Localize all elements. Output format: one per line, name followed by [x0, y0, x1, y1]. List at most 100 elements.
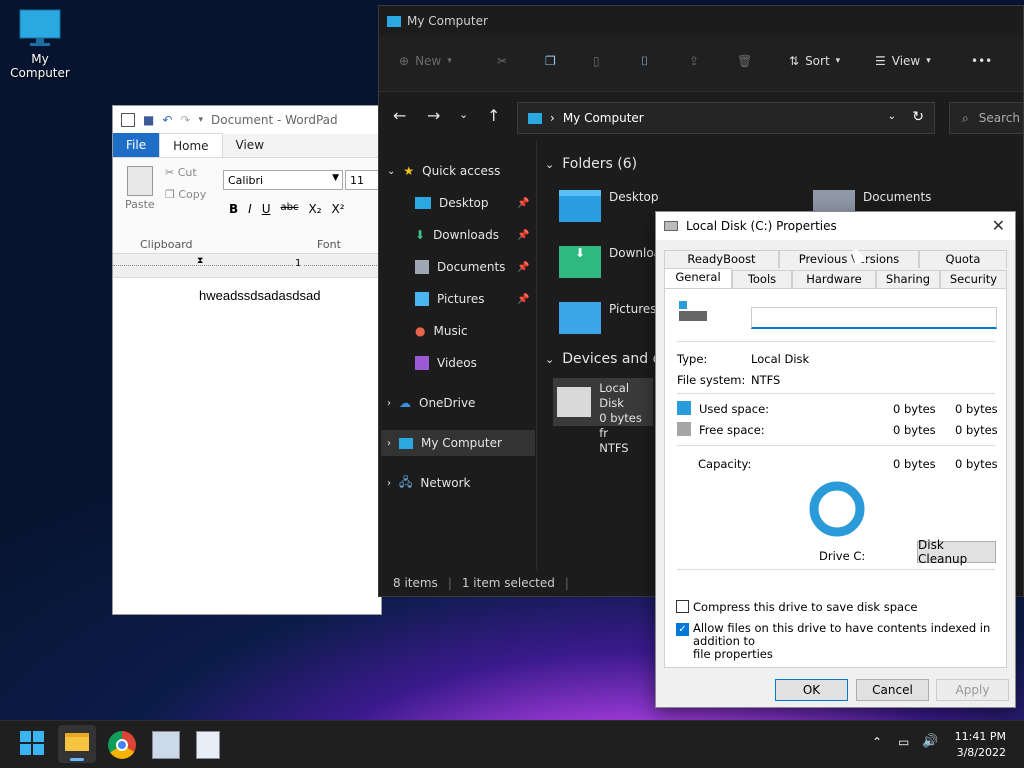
- chevron-up-icon[interactable]: ⌃: [872, 735, 882, 749]
- cut-button[interactable]: ✂: [497, 54, 507, 68]
- bold-button[interactable]: B: [229, 202, 238, 216]
- cancel-button[interactable]: Cancel: [856, 679, 929, 701]
- used-space-swatch: [677, 401, 691, 415]
- back-arrow-icon[interactable]: ←: [393, 106, 406, 125]
- address-bar[interactable]: › My Computer ⌄ ↻: [517, 102, 935, 134]
- tab-view[interactable]: View: [223, 133, 277, 157]
- tab-general[interactable]: General: [664, 268, 732, 289]
- desktop-icon-my-computer[interactable]: My Computer: [0, 8, 80, 80]
- tab-readyboost[interactable]: ReadyBoost: [664, 250, 779, 268]
- free-space-bytes: 0 bytes: [893, 423, 936, 437]
- search-box[interactable]: ⌕ Search: [949, 102, 1023, 134]
- folder-downloads[interactable]: ⬇ Downloa: [559, 246, 661, 278]
- divider: [677, 569, 995, 570]
- download-folder-icon: ⬇: [559, 246, 601, 278]
- sidebar-item-network[interactable]: › 🖧 Network: [387, 470, 471, 496]
- disk-cleanup-button[interactable]: Disk Cleanup: [917, 538, 996, 566]
- sidebar-item-videos[interactable]: Videos: [415, 350, 477, 376]
- font-size-select[interactable]: 11: [345, 170, 381, 190]
- apply-button[interactable]: Apply: [936, 679, 1009, 701]
- sidebar-item-music[interactable]: ● Music: [415, 318, 468, 344]
- photos-icon[interactable]: [152, 731, 180, 759]
- share-button[interactable]: ⇪: [689, 54, 699, 68]
- drive-name-input[interactable]: [751, 307, 997, 329]
- drive-icon: [664, 221, 678, 231]
- tab-previous-versions[interactable]: Previous Versions: [779, 250, 919, 268]
- chevron-right-icon: ›: [387, 477, 391, 489]
- customize-dropdown-icon[interactable]: ▾: [198, 115, 203, 125]
- ribbon: Paste ✂ Cut ❐ Copy Clipboard Calibri ▼ 1…: [113, 158, 381, 254]
- properties-dialog[interactable]: Local Disk (C:) Properties ✕ ReadyBoost …: [655, 211, 1016, 708]
- hard-drive-icon: [557, 387, 592, 417]
- ok-button[interactable]: OK: [775, 679, 848, 701]
- index-checkbox[interactable]: ✓: [676, 623, 689, 636]
- tab-quota[interactable]: Quota: [919, 250, 1007, 268]
- subscript-button[interactable]: X₂: [308, 202, 321, 216]
- superscript-button[interactable]: X²: [332, 202, 345, 216]
- tab-file[interactable]: File: [113, 133, 160, 157]
- sidebar-item-my-computer[interactable]: › My Computer: [381, 430, 535, 456]
- sort-button[interactable]: ⇅ Sort ▾: [789, 54, 840, 68]
- underline-button[interactable]: U: [262, 202, 271, 216]
- format-buttons: B I U abc X₂ X²: [229, 202, 345, 216]
- file-explorer-taskbar-button[interactable]: [58, 725, 96, 763]
- tab-hardware[interactable]: Hardware: [792, 270, 876, 288]
- redo-icon[interactable]: ↷: [180, 113, 190, 127]
- sidebar-item-onedrive[interactable]: › ☁ OneDrive: [387, 390, 475, 416]
- search-placeholder: Search: [978, 111, 1020, 125]
- volume-icon[interactable]: 🔊: [922, 734, 938, 749]
- copy-button[interactable]: ❐ Copy: [165, 188, 206, 201]
- save-icon[interactable]: ■: [143, 113, 154, 127]
- refresh-icon[interactable]: ↻: [912, 109, 924, 125]
- close-icon[interactable]: ✕: [992, 216, 1005, 235]
- rename-button[interactable]: ⌷: [641, 54, 648, 69]
- paste-button[interactable]: Paste: [125, 166, 155, 211]
- font-family-select[interactable]: Calibri ▼: [223, 170, 343, 190]
- sidebar-item-label: Videos: [437, 356, 477, 370]
- new-button[interactable]: ⊕ New ▾: [399, 54, 452, 68]
- forward-arrow-icon[interactable]: →: [427, 106, 440, 125]
- folder-pictures[interactable]: Pictures: [559, 302, 657, 334]
- tab-home[interactable]: Home: [159, 133, 223, 157]
- wordpad-icon[interactable]: [196, 731, 220, 759]
- divider: [677, 341, 995, 342]
- chevron-down-icon: ▾: [926, 56, 931, 66]
- chrome-icon[interactable]: [108, 731, 136, 759]
- paste-button[interactable]: ▯: [593, 54, 600, 68]
- compress-checkbox[interactable]: [676, 600, 689, 613]
- italic-button[interactable]: I: [248, 202, 252, 216]
- sidebar-item-quick-access[interactable]: ⌄ ★ Quick access: [387, 158, 500, 184]
- up-arrow-icon[interactable]: ↑: [487, 106, 500, 125]
- folder-desktop[interactable]: Desktop: [559, 190, 659, 222]
- address-dropdown-icon[interactable]: ⌄: [888, 111, 896, 122]
- selected-count: 1 item selected: [461, 576, 555, 590]
- devices-section-header[interactable]: ⌄ Devices and dr: [545, 351, 667, 367]
- recent-locations-chevron-icon[interactable]: ⌄: [459, 108, 468, 121]
- drive-tile-local-disk[interactable]: Local Disk 0 bytes fr NTFS: [553, 378, 653, 455]
- copy-icon: ❐: [545, 54, 556, 68]
- video-icon: [415, 356, 429, 370]
- navigation-pane: ⌄ ★ Quick access Desktop 📌 ⬇ Downloads 📌…: [379, 140, 537, 570]
- delete-button[interactable]: 🗑: [737, 54, 752, 68]
- start-button[interactable]: [20, 731, 48, 759]
- copy-icon: ❐: [165, 188, 179, 201]
- system-clock[interactable]: 11:41 PM 3/8/2022: [955, 729, 1006, 761]
- ruler[interactable]: ⧗ 1: [113, 254, 381, 278]
- tab-security[interactable]: Security: [940, 270, 1007, 288]
- network-icon[interactable]: ▭: [898, 735, 909, 749]
- wordpad-window[interactable]: ■ ↶ ↷ ▾ Document - WordPad File Home Vie…: [112, 105, 382, 615]
- cut-button[interactable]: ✂ Cut: [165, 166, 197, 179]
- more-options-button[interactable]: •••: [971, 54, 992, 68]
- undo-icon[interactable]: ↶: [162, 113, 172, 127]
- copy-button[interactable]: ❐: [545, 54, 556, 68]
- indent-marker-icon[interactable]: ⧗: [197, 256, 203, 266]
- network-icon: 🖧: [399, 474, 413, 489]
- view-button[interactable]: ☰ View ▾: [875, 54, 931, 68]
- rename-icon: ⌷: [641, 54, 649, 68]
- folder-label: Desktop: [609, 190, 659, 204]
- document-area[interactable]: hweadssdsadasdsad: [113, 278, 381, 303]
- tab-sharing[interactable]: Sharing: [876, 270, 940, 288]
- folders-section-header[interactable]: ⌄ Folders (6): [545, 156, 637, 172]
- tab-tools[interactable]: Tools: [732, 270, 792, 288]
- strikethrough-button[interactable]: abc: [281, 202, 299, 216]
